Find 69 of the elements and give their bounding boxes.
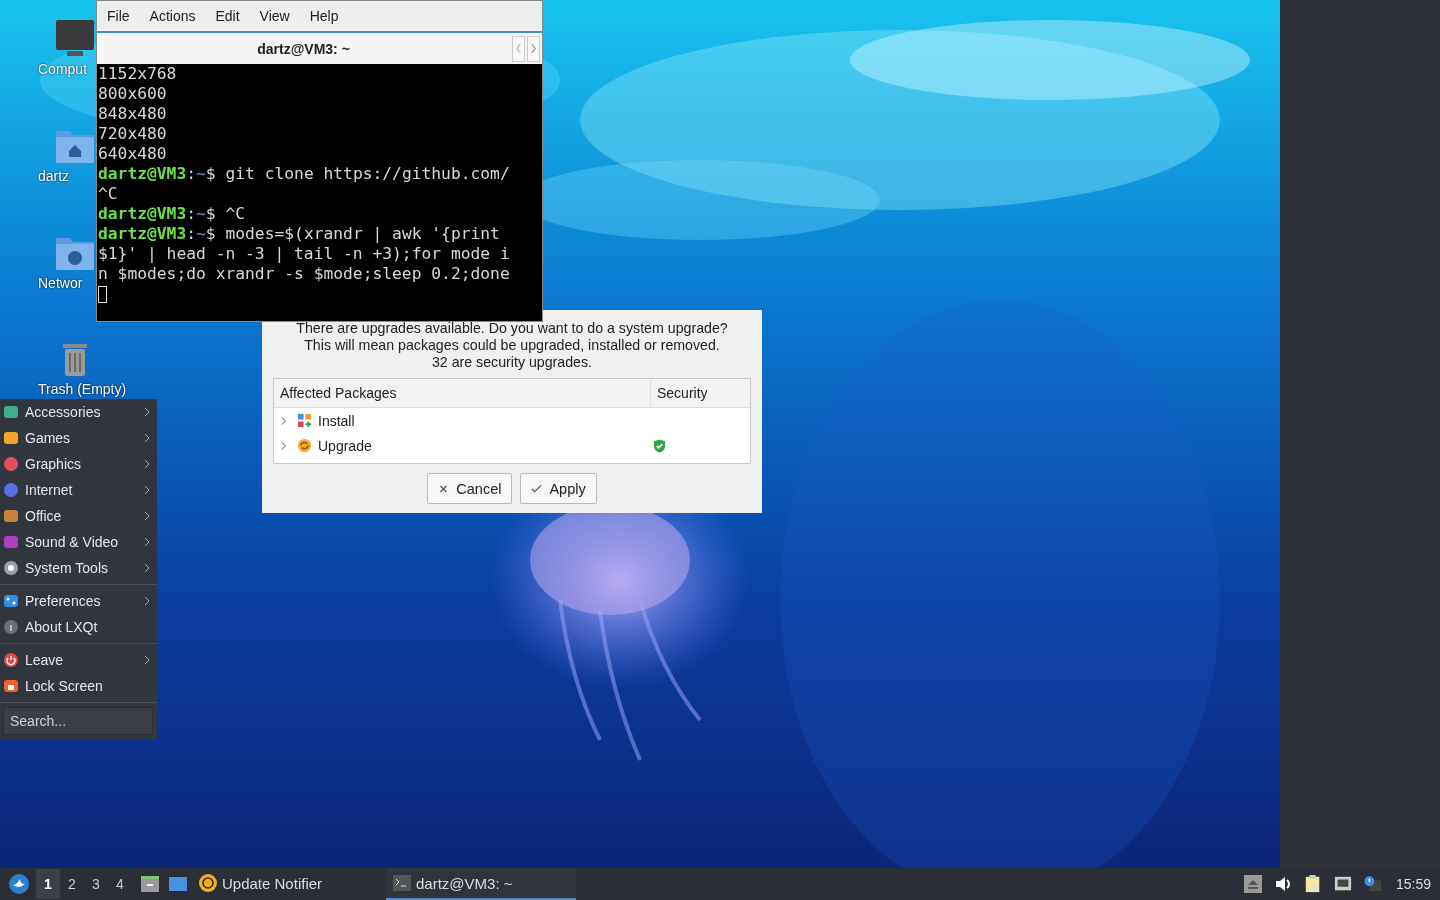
desktop-switch-button[interactable]: 2	[60, 869, 84, 899]
info-icon	[3, 619, 19, 635]
output-line: 640x480	[98, 144, 167, 163]
terminal-icon	[392, 873, 412, 893]
clipboard-icon[interactable]	[1303, 875, 1322, 893]
desktop-icon-label[interactable]: Trash (Empty)	[38, 382, 127, 397]
menu-item[interactable]: Edit	[211, 8, 252, 24]
volume-icon[interactable]	[1273, 875, 1292, 893]
menu-item[interactable]: Help	[305, 8, 351, 24]
taskbar-task[interactable]: dartz@VM3: ~	[386, 868, 576, 900]
output-line: 720x480	[98, 124, 167, 143]
menu-item[interactable]: Graphics	[0, 451, 157, 477]
bird-logo-icon[interactable]	[8, 873, 30, 895]
close-icon	[438, 483, 450, 494]
cancel-button[interactable]: Cancel	[427, 473, 513, 504]
expander-icon[interactable]	[280, 440, 289, 451]
menu-item[interactable]: Office	[0, 503, 157, 529]
taskbar-task[interactable]: Update Notifier	[192, 868, 382, 900]
menu-item[interactable]: Leave	[0, 647, 157, 673]
update-icon	[198, 873, 218, 893]
desktop-icon[interactable]	[168, 875, 188, 893]
network-icon[interactable]	[1333, 875, 1352, 893]
output-line: ^C	[98, 184, 118, 203]
menu-item[interactable]: System Tools	[0, 555, 157, 581]
prompt-line: dartz@VM3:~$ ^C	[98, 204, 246, 223]
notification-icon[interactable]	[1363, 875, 1382, 893]
text-cursor	[98, 286, 107, 303]
output-line: 848x480	[98, 104, 167, 123]
chevron-left-icon	[515, 43, 522, 54]
tiles-icon	[297, 413, 312, 428]
output-line: $1}' | head -n -3 | tail -n +3);for mode i	[98, 244, 510, 263]
output-line: n $modes;do xrandr -s $mode;sleep 0.2;done	[98, 264, 510, 283]
desktop-switch-button[interactable]: 3	[84, 869, 108, 899]
apply-button[interactable]: Apply	[520, 473, 597, 504]
checkmark-icon	[531, 483, 543, 494]
file-cabinet-icon[interactable]	[140, 875, 160, 893]
output-line: 800x600	[98, 84, 167, 103]
desktop-switch-button[interactable]: 1	[36, 869, 60, 899]
clock[interactable]: 15:59	[1395, 876, 1431, 892]
menu-item[interactable]: About LXQt	[0, 614, 157, 640]
menu-item[interactable]: Games	[0, 425, 157, 451]
dialog-message: There are upgrades available. Do you want to do a system upgrade? This will mean packages could be upgraded, installed or removed. 32 are security upgrades.	[295, 320, 729, 371]
package-group[interactable]: Install	[318, 412, 648, 429]
menu-item[interactable]: Sound & Video	[0, 529, 157, 555]
menu-item[interactable]: Actions	[145, 8, 208, 24]
column-header[interactable]: Affected Packages	[274, 379, 651, 407]
menu-item[interactable]: Lock Screen	[0, 673, 157, 699]
eject-icon[interactable]	[1243, 875, 1262, 893]
menu-item[interactable]: Preferences	[0, 588, 157, 614]
chevron-right-icon	[530, 43, 537, 54]
monitor-icon[interactable]	[55, 18, 95, 58]
dots-icon	[3, 593, 19, 609]
expander-icon[interactable]	[280, 415, 289, 426]
desktop-icon-label[interactable]: Networ	[38, 276, 83, 291]
menu-item[interactable]: View	[255, 8, 302, 24]
prompt-line: dartz@VM3:~$ git clone https://github.com/	[98, 164, 510, 183]
lock-icon	[3, 678, 19, 694]
column-header[interactable]: Security	[651, 379, 750, 407]
menu-item[interactable]: File	[103, 8, 142, 24]
output-line: 1152x768	[98, 64, 177, 83]
desktop-switch-button[interactable]: 4	[108, 869, 132, 899]
search-field[interactable]: Search...	[3, 707, 153, 735]
prompt-line: dartz@VM3:~$ modes=$(xrandr | awk '{print	[98, 224, 500, 243]
package-group[interactable]: Upgrade	[318, 437, 648, 454]
menu-item[interactable]: Internet	[0, 477, 157, 503]
menu-item[interactable]: Accessories	[0, 399, 157, 425]
refresh-icon	[297, 438, 312, 453]
power-icon	[3, 652, 19, 668]
gear-icon	[3, 560, 19, 576]
